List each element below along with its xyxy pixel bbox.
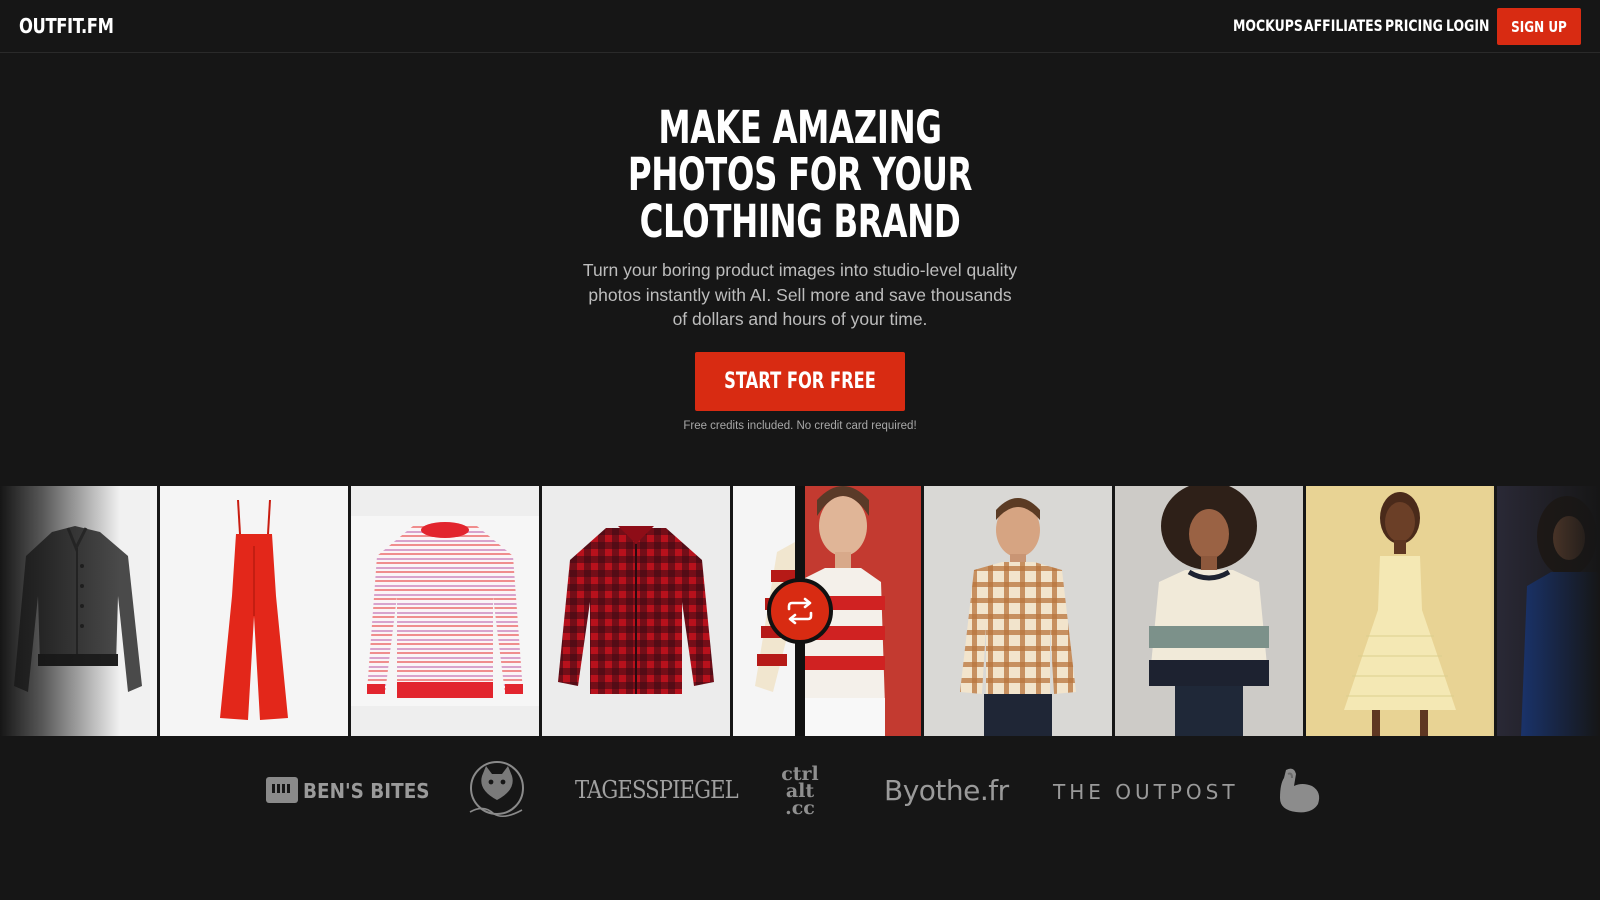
red-jumpsuit-photo [160, 486, 348, 736]
hero-title-line-2: PHOTOS FOR YOUR [627, 148, 973, 201]
swap-icon [787, 597, 813, 625]
hero-subtitle: Turn your boring product images into stu… [582, 260, 1018, 329]
bens-bites-text: BEN'S BITES [303, 779, 430, 803]
model-blue-jacket-photo [1497, 486, 1600, 736]
nav-mockups[interactable]: MOCKUPS [1233, 16, 1303, 35]
plaid-shirt-photo [542, 486, 730, 736]
the-outpost-logo: THE OUTPOST [1053, 780, 1239, 804]
start-for-free-button[interactable]: START FOR FREE [695, 352, 905, 411]
flexed-arm-logo [1272, 764, 1324, 816]
model-striped-sweater-photo [1115, 486, 1303, 736]
sign-up-label: SIGN UP [1511, 18, 1567, 36]
model-plaid-shirt-photo [924, 486, 1112, 736]
sign-up-button[interactable]: SIGN UP [1497, 8, 1581, 45]
nav-login[interactable]: LOGIN [1446, 16, 1489, 35]
cta-label: START FOR FREE [724, 369, 876, 394]
model-yellow-dress-photo [1306, 486, 1494, 736]
nav-pricing[interactable]: PRICING [1385, 16, 1443, 35]
hero-title-line-3: CLOTHING BRAND [639, 195, 961, 248]
byothe-logo: Byothe.fr [884, 774, 1009, 807]
bens-bites-mark-icon [266, 777, 298, 803]
striped-sweater-photo [351, 486, 539, 736]
top-navbar: OUTFIT.FM MOCKUPS AFFILIATES PRICING LOG… [0, 0, 1600, 53]
ctrl-alt-cc-logo: ctrl alt .cc [760, 765, 840, 819]
hero-title-line-1: MAKE AMAZING [658, 101, 942, 154]
cc-text: .cc [785, 797, 815, 819]
nav-affiliates[interactable]: AFFILIATES [1304, 16, 1383, 35]
press-logos: BEN'S BITES TAGESSPIEGEL ctrl alt .cc By… [0, 752, 1600, 832]
product-hunt-cat-logo [464, 760, 530, 822]
site-logo[interactable]: OUTFIT.FM [19, 14, 114, 38]
swap-toggle-button[interactable] [767, 578, 833, 644]
grey-jacket-photo [0, 486, 157, 736]
cta-note: Free credits included. No credit card re… [683, 420, 917, 432]
hero-title: MAKE AMAZING PHOTOS FOR YOUR CLOTHING BR… [560, 104, 1040, 245]
tagesspiegel-logo: TAGESSPIEGEL [575, 776, 739, 804]
before-after-gallery[interactable] [0, 486, 1600, 736]
